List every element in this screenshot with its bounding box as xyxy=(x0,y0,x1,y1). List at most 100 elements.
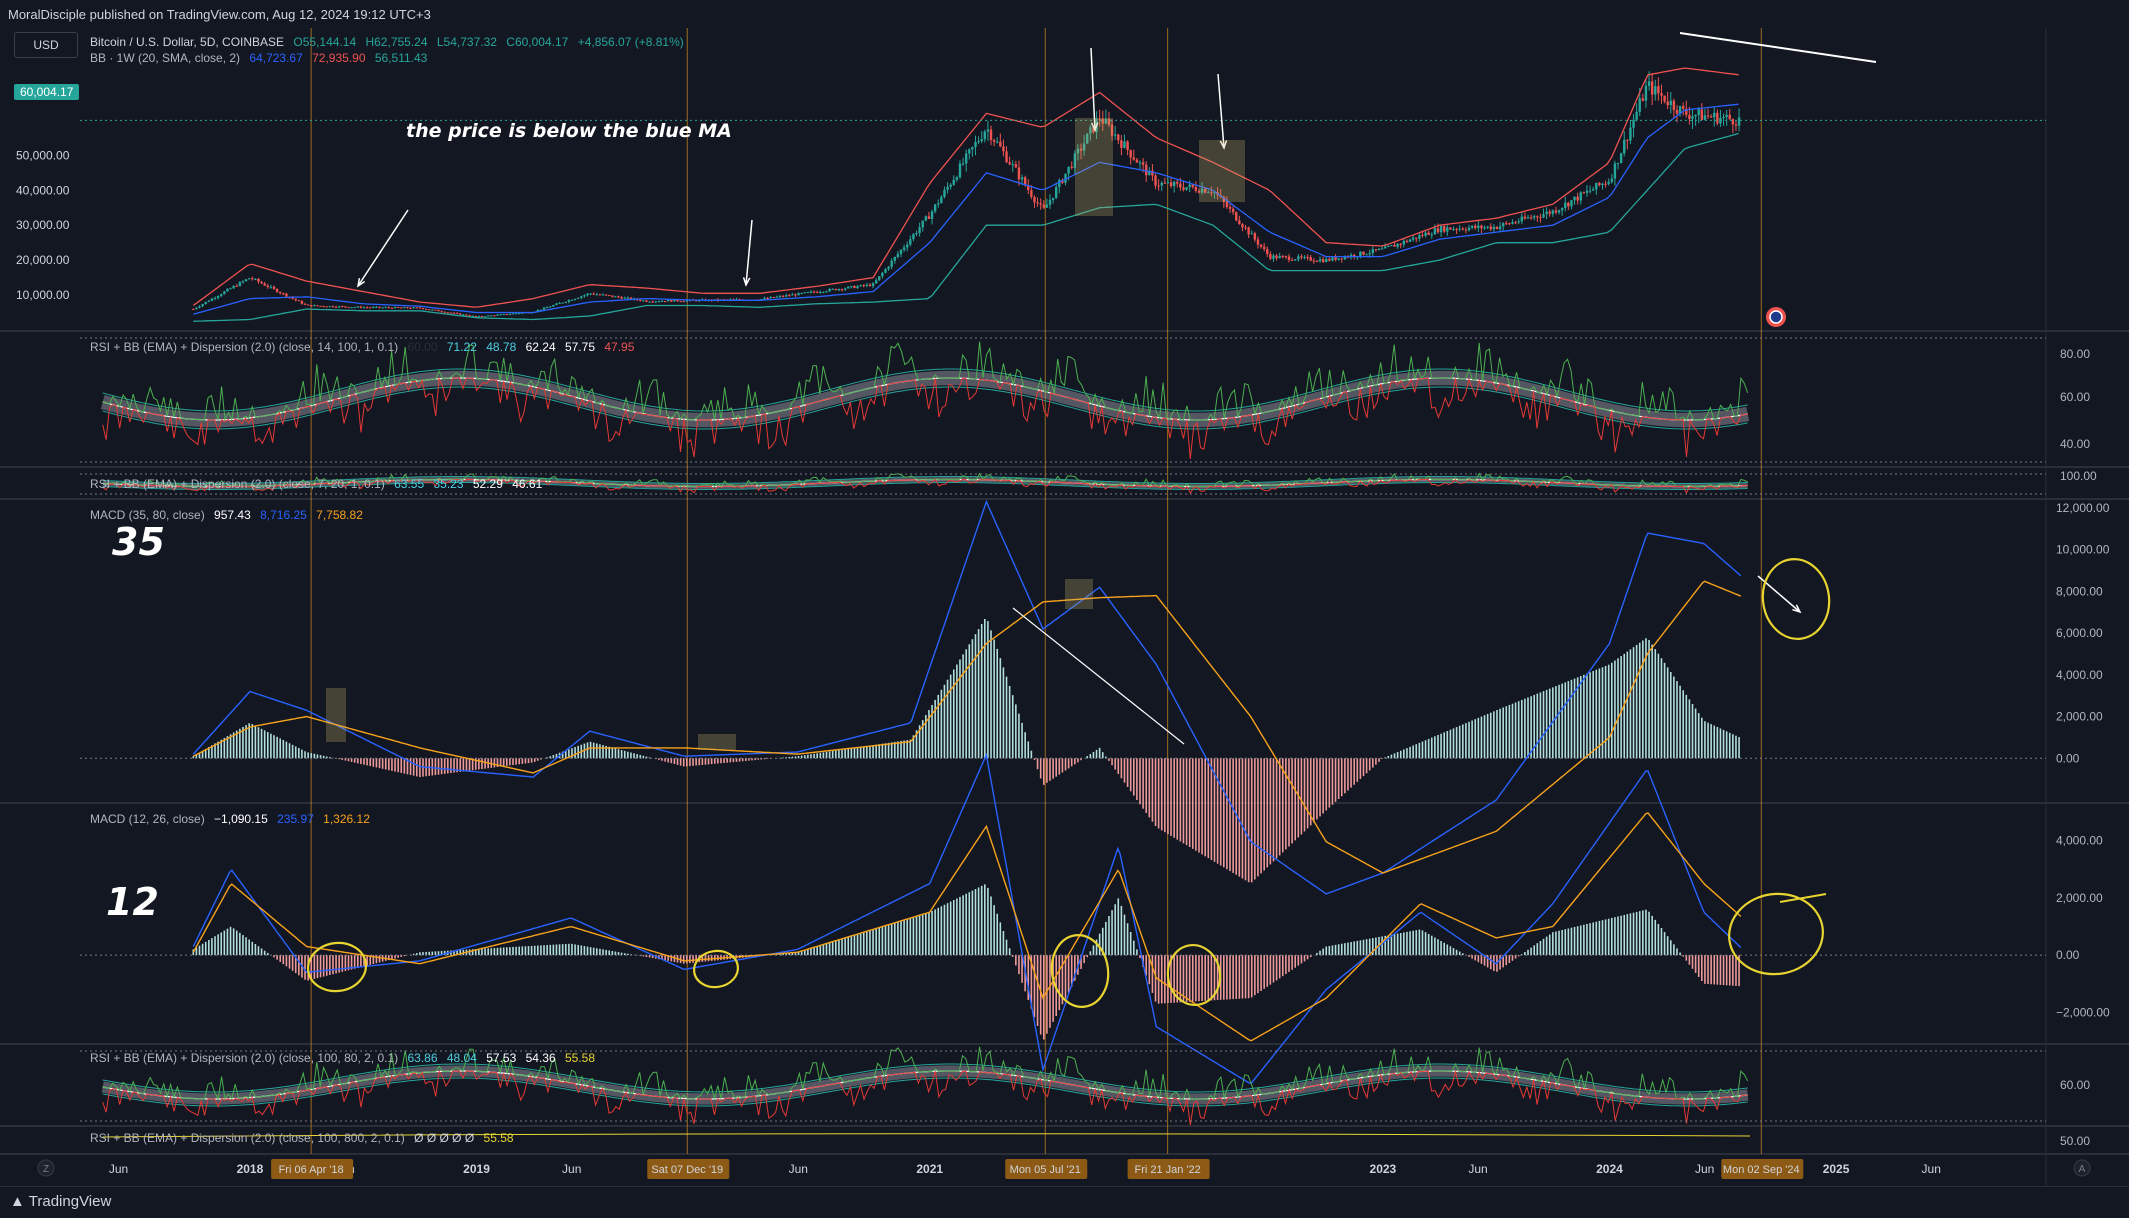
price-candle xyxy=(486,315,490,317)
price-candle xyxy=(1573,196,1576,201)
price-candle xyxy=(1036,202,1039,204)
price-candle xyxy=(372,307,375,309)
tradingview-brand[interactable]: ▲ TradingView xyxy=(10,1193,111,1210)
highlight-box[interactable] xyxy=(698,734,736,750)
annotation-text[interactable]: the price is below the blue MA xyxy=(406,120,732,142)
price-candle xyxy=(1539,217,1542,219)
price-candle xyxy=(1619,153,1623,163)
price-candle xyxy=(865,284,869,286)
price-candle xyxy=(598,294,602,296)
rsi1-axis-label: 60.00 xyxy=(2060,390,2090,404)
price-candle xyxy=(452,312,456,314)
price-candle xyxy=(881,272,884,277)
rsi3-title[interactable]: RSI + BB (EMA) + Dispersion (2.0) (close… xyxy=(90,1051,398,1065)
price-candle xyxy=(1585,190,1589,193)
rsi4-axis-label: 50.00 xyxy=(2060,1134,2090,1148)
price-candle xyxy=(1011,164,1014,166)
price-candle xyxy=(974,142,977,148)
price-candle xyxy=(1408,239,1412,242)
highlight-box[interactable] xyxy=(1199,140,1245,202)
price-candle xyxy=(943,189,946,197)
price-candle xyxy=(508,313,512,315)
rsi4-title[interactable]: RSI + BB (EMA) + Dispersion (2.0) (close… xyxy=(90,1131,405,1145)
price-candle xyxy=(1632,119,1635,128)
yellow-circle[interactable] xyxy=(1758,555,1834,643)
price-candle xyxy=(1266,248,1269,255)
price-candle xyxy=(1331,257,1334,261)
price-candle xyxy=(294,298,297,301)
price-candle xyxy=(306,304,310,306)
price-candle xyxy=(437,309,440,312)
price-candle xyxy=(1424,232,1427,236)
price-candle xyxy=(1017,167,1021,180)
price-candle xyxy=(1526,217,1530,219)
bb-upper-line xyxy=(192,67,1739,308)
price-candle xyxy=(1278,256,1281,259)
price-legend: Bitcoin / U.S. Dollar, 5D, COINBASE O55,… xyxy=(90,35,690,49)
price-candle xyxy=(1598,182,1601,186)
price-candle xyxy=(626,297,630,299)
macd12-title[interactable]: MACD (12, 26, close) xyxy=(90,812,205,826)
price-candle xyxy=(576,297,580,299)
highlight-box[interactable] xyxy=(1075,118,1113,216)
annotation-arrow[interactable] xyxy=(745,219,753,286)
price-candle xyxy=(499,314,502,316)
symbol-title[interactable]: Bitcoin / U.S. Dollar, 5D, COINBASE xyxy=(90,35,284,49)
price-candle xyxy=(313,305,316,307)
price-candle xyxy=(1501,223,1505,227)
trend-line[interactable] xyxy=(1679,32,1877,63)
rsi3-val1: 63.86 xyxy=(407,1051,438,1065)
price-candle xyxy=(400,307,403,309)
price-candle xyxy=(874,280,878,284)
price-candle xyxy=(1694,114,1697,117)
price-candle xyxy=(1638,98,1641,112)
price-candle xyxy=(992,140,996,142)
rsi2-title[interactable]: RSI + BB (EMA) + Dispersion (2.0) (close… xyxy=(90,477,385,491)
user-drawings xyxy=(306,32,1877,1008)
price-candle xyxy=(344,306,347,308)
price-candle xyxy=(1706,115,1710,117)
price-candle xyxy=(812,291,816,293)
price-candle xyxy=(1284,256,1288,258)
price-candle xyxy=(505,314,508,316)
price-candle xyxy=(1709,116,1713,118)
chart-canvas[interactable]: 50,000.00 40,000.00 30,000.00 20,000.00 10,0… xyxy=(0,28,2129,1186)
price-candle xyxy=(477,316,481,318)
price-candle xyxy=(1318,259,1322,262)
price-candle xyxy=(893,256,896,261)
macd35-macd-line xyxy=(192,499,1742,895)
annotation-arrow[interactable] xyxy=(1090,47,1096,131)
yellow-circle[interactable] xyxy=(692,948,741,990)
price-candle xyxy=(412,307,415,309)
price-candle xyxy=(1474,225,1477,228)
highlight-box[interactable] xyxy=(326,688,346,742)
price-candle xyxy=(983,131,987,140)
tradingview-logo-icon: ▲ xyxy=(10,1193,25,1210)
rsi2-legend: RSI + BB (EMA) + Dispersion (2.0) (close… xyxy=(90,477,548,491)
price-candle xyxy=(1300,256,1303,258)
price-candle xyxy=(871,283,875,287)
annotation-arrow[interactable] xyxy=(357,209,409,287)
price-candle xyxy=(778,295,782,297)
auto-scale-label: A xyxy=(2079,1164,2086,1175)
price-candle xyxy=(1070,166,1073,168)
price-candle xyxy=(825,291,828,293)
time-axis-label: Jun xyxy=(1922,1162,1941,1176)
bb-title[interactable]: BB · 1W (20, SMA, close, 2) xyxy=(90,51,240,65)
currency-selector[interactable]: USD xyxy=(14,32,78,58)
price-candle xyxy=(427,309,431,311)
annotation-arrow[interactable] xyxy=(1217,73,1225,149)
price-candle xyxy=(514,313,518,315)
price-candle xyxy=(1427,232,1430,235)
price-candle xyxy=(822,291,825,293)
price-candle xyxy=(1020,177,1024,180)
bb-legend: BB · 1W (20, SMA, close, 2) 64,723.67 72… xyxy=(90,51,433,65)
price-candle xyxy=(1120,140,1123,148)
price-candle xyxy=(617,296,620,298)
rsi1-title[interactable]: RSI + BB (EMA) + Dispersion (2.0) (close… xyxy=(90,340,398,354)
price-candle xyxy=(1253,233,1257,240)
price-candle xyxy=(1176,181,1179,184)
highlight-box[interactable] xyxy=(1065,579,1093,609)
macd-trend-line[interactable] xyxy=(1012,607,1185,745)
price-candle xyxy=(968,149,971,154)
